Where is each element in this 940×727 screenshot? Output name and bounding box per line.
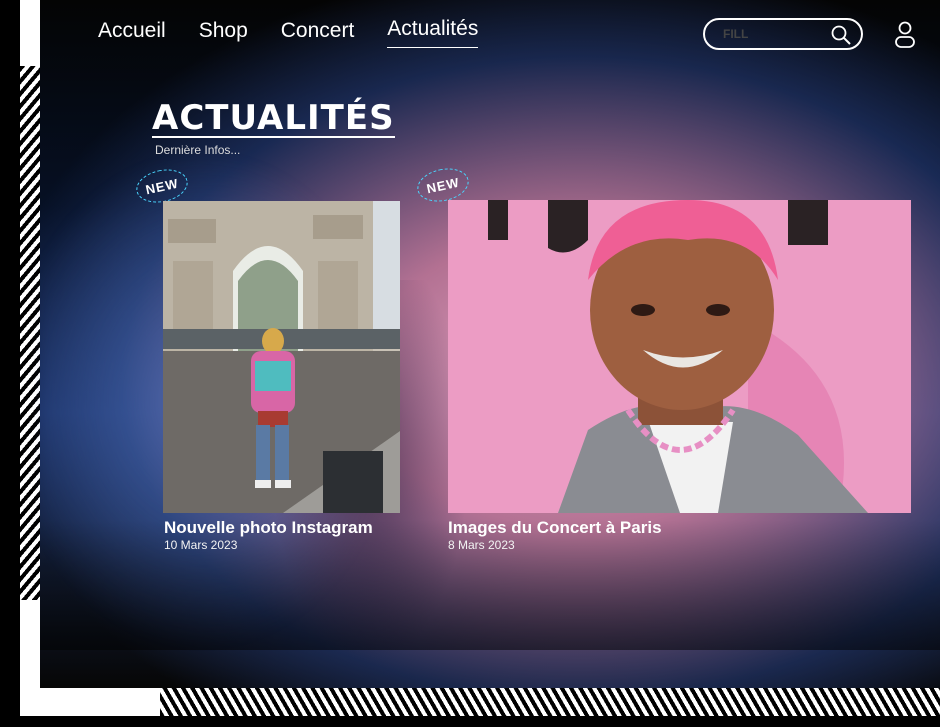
left-stripe-decoration <box>20 66 42 600</box>
page-title: ACTUALITÉS <box>152 98 395 138</box>
page-subtitle: Dernière Infos... <box>155 143 241 157</box>
nav-link-shop[interactable]: Shop <box>199 14 248 48</box>
main-nav: Accueil Shop Concert Actualités <box>98 14 479 48</box>
card-date: 10 Mars 2023 <box>164 538 238 552</box>
card-image-concert[interactable] <box>448 200 911 513</box>
card-date: 8 Mars 2023 <box>448 538 515 552</box>
nav-link-actualites[interactable]: Actualités <box>387 14 479 48</box>
nav-link-concert[interactable]: Concert <box>281 14 355 48</box>
bottom-edge <box>0 716 940 727</box>
card-image-instagram[interactable] <box>163 201 400 513</box>
card-title[interactable]: Nouvelle photo Instagram <box>164 518 373 538</box>
user-icon[interactable] <box>893 21 917 49</box>
search-icon[interactable] <box>830 24 852 46</box>
portrait-photo <box>448 200 911 513</box>
bottom-stripe-decoration <box>160 688 940 716</box>
search-box <box>703 18 863 50</box>
arc-de-triomphe-photo <box>163 201 400 513</box>
search-input[interactable] <box>721 26 825 42</box>
card-title[interactable]: Images du Concert à Paris <box>448 518 662 538</box>
nav-link-accueil[interactable]: Accueil <box>98 14 166 48</box>
